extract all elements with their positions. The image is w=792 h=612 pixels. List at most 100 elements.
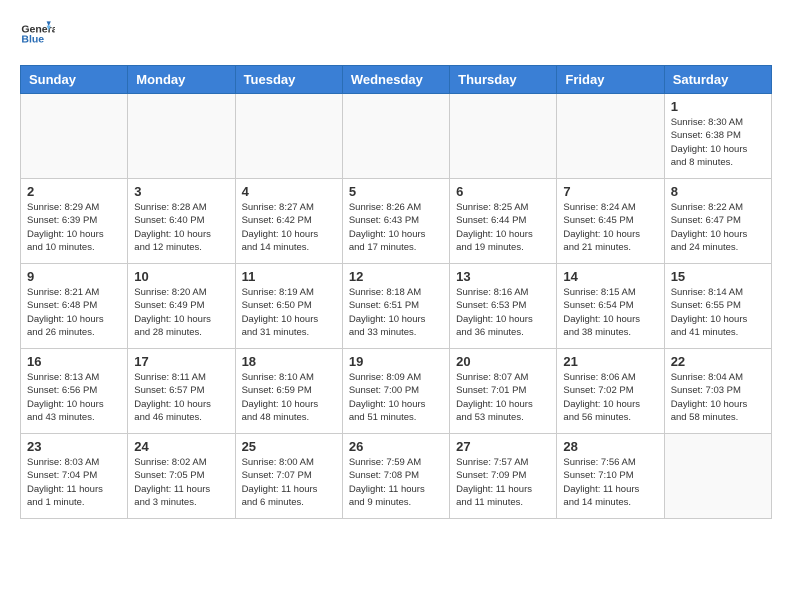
day-number: 11 xyxy=(242,269,336,284)
calendar-cell: 3 Sunrise: 8:28 AM Sunset: 6:40 PM Daylig… xyxy=(128,179,235,264)
day-info: Sunrise: 8:30 AM Sunset: 6:38 PM Dayligh… xyxy=(671,116,765,169)
day-header-wednesday: Wednesday xyxy=(342,66,449,94)
day-number: 7 xyxy=(563,184,657,199)
day-info: Sunrise: 8:13 AM Sunset: 6:56 PM Dayligh… xyxy=(27,371,121,424)
calendar-cell: 22 Sunrise: 8:04 AM Sunset: 7:03 PM Dayli… xyxy=(664,349,771,434)
day-info: Sunrise: 8:15 AM Sunset: 6:54 PM Dayligh… xyxy=(563,286,657,339)
day-number: 10 xyxy=(134,269,228,284)
day-header-sunday: Sunday xyxy=(21,66,128,94)
calendar-cell: 27Sunrise: 7:57 AM Sunset: 7:09 PM Dayli… xyxy=(450,434,557,519)
day-header-tuesday: Tuesday xyxy=(235,66,342,94)
calendar-cell: 6 Sunrise: 8:25 AM Sunset: 6:44 PM Daylig… xyxy=(450,179,557,264)
day-number: 16 xyxy=(27,354,121,369)
calendar-cell: 17 Sunrise: 8:11 AM Sunset: 6:57 PM Dayli… xyxy=(128,349,235,434)
logo-icon: GeneralBlue xyxy=(20,20,55,55)
day-info: Sunrise: 8:27 AM Sunset: 6:42 PM Dayligh… xyxy=(242,201,336,254)
calendar-cell: 18 Sunrise: 8:10 AM Sunset: 6:59 PM Dayli… xyxy=(235,349,342,434)
calendar-cell xyxy=(557,94,664,179)
calendar-cell: 12Sunrise: 8:18 AM Sunset: 6:51 PM Dayli… xyxy=(342,264,449,349)
day-info: Sunrise: 8:00 AM Sunset: 7:07 PM Dayligh… xyxy=(242,456,336,509)
calendar-cell: 10 Sunrise: 8:20 AM Sunset: 6:49 PM Dayli… xyxy=(128,264,235,349)
day-number: 26 xyxy=(349,439,443,454)
calendar-cell: 11 Sunrise: 8:19 AM Sunset: 6:50 PM Dayli… xyxy=(235,264,342,349)
calendar-cell: 2Sunrise: 8:29 AM Sunset: 6:39 PM Daylig… xyxy=(21,179,128,264)
calendar-cell xyxy=(450,94,557,179)
calendar-cell: 24 Sunrise: 8:02 AM Sunset: 7:05 PM Dayli… xyxy=(128,434,235,519)
week-row-5: 23Sunrise: 8:03 AM Sunset: 7:04 PM Dayli… xyxy=(21,434,772,519)
calendar-cell: 28 Sunrise: 7:56 AM Sunset: 7:10 PM Dayli… xyxy=(557,434,664,519)
day-info: Sunrise: 8:16 AM Sunset: 6:53 PM Dayligh… xyxy=(456,286,550,339)
day-number: 6 xyxy=(456,184,550,199)
calendar-cell: 23Sunrise: 8:03 AM Sunset: 7:04 PM Dayli… xyxy=(21,434,128,519)
day-number: 19 xyxy=(349,354,443,369)
day-number: 13 xyxy=(456,269,550,284)
day-number: 17 xyxy=(134,354,228,369)
day-info: Sunrise: 8:19 AM Sunset: 6:50 PM Dayligh… xyxy=(242,286,336,339)
day-info: Sunrise: 8:25 AM Sunset: 6:44 PM Dayligh… xyxy=(456,201,550,254)
day-info: Sunrise: 8:20 AM Sunset: 6:49 PM Dayligh… xyxy=(134,286,228,339)
calendar-cell xyxy=(664,434,771,519)
calendar-cell: 25 Sunrise: 8:00 AM Sunset: 7:07 PM Dayli… xyxy=(235,434,342,519)
calendar-cell: 1 Sunrise: 8:30 AM Sunset: 6:38 PM Daylig… xyxy=(664,94,771,179)
day-info: Sunrise: 8:18 AM Sunset: 6:51 PM Dayligh… xyxy=(349,286,443,339)
day-info: Sunrise: 8:21 AM Sunset: 6:48 PM Dayligh… xyxy=(27,286,121,339)
calendar-header-row: SundayMondayTuesdayWednesdayThursdayFrid… xyxy=(21,66,772,94)
page-header: GeneralBlue xyxy=(20,20,772,55)
day-number: 15 xyxy=(671,269,765,284)
calendar-cell: 4 Sunrise: 8:27 AM Sunset: 6:42 PM Daylig… xyxy=(235,179,342,264)
day-info: Sunrise: 8:09 AM Sunset: 7:00 PM Dayligh… xyxy=(349,371,443,424)
day-info: Sunrise: 8:24 AM Sunset: 6:45 PM Dayligh… xyxy=(563,201,657,254)
week-row-2: 2Sunrise: 8:29 AM Sunset: 6:39 PM Daylig… xyxy=(21,179,772,264)
day-info: Sunrise: 8:10 AM Sunset: 6:59 PM Dayligh… xyxy=(242,371,336,424)
day-info: Sunrise: 8:07 AM Sunset: 7:01 PM Dayligh… xyxy=(456,371,550,424)
day-info: Sunrise: 8:14 AM Sunset: 6:55 PM Dayligh… xyxy=(671,286,765,339)
day-info: Sunrise: 8:28 AM Sunset: 6:40 PM Dayligh… xyxy=(134,201,228,254)
day-number: 1 xyxy=(671,99,765,114)
calendar-cell: 20 Sunrise: 8:07 AM Sunset: 7:01 PM Dayli… xyxy=(450,349,557,434)
logo: GeneralBlue xyxy=(20,20,55,55)
day-info: Sunrise: 8:11 AM Sunset: 6:57 PM Dayligh… xyxy=(134,371,228,424)
calendar-cell xyxy=(128,94,235,179)
day-number: 8 xyxy=(671,184,765,199)
day-info: Sunrise: 8:29 AM Sunset: 6:39 PM Dayligh… xyxy=(27,201,121,254)
calendar-table: SundayMondayTuesdayWednesdayThursdayFrid… xyxy=(20,65,772,519)
calendar-cell: 15 Sunrise: 8:14 AM Sunset: 6:55 PM Dayli… xyxy=(664,264,771,349)
day-header-monday: Monday xyxy=(128,66,235,94)
svg-text:Blue: Blue xyxy=(21,33,44,45)
day-number: 22 xyxy=(671,354,765,369)
calendar-cell xyxy=(235,94,342,179)
calendar-cell: 9Sunrise: 8:21 AM Sunset: 6:48 PM Daylig… xyxy=(21,264,128,349)
day-info: Sunrise: 7:56 AM Sunset: 7:10 PM Dayligh… xyxy=(563,456,657,509)
day-info: Sunrise: 8:04 AM Sunset: 7:03 PM Dayligh… xyxy=(671,371,765,424)
calendar-cell: 19 Sunrise: 8:09 AM Sunset: 7:00 PM Dayli… xyxy=(342,349,449,434)
week-row-1: 1 Sunrise: 8:30 AM Sunset: 6:38 PM Daylig… xyxy=(21,94,772,179)
week-row-4: 16 Sunrise: 8:13 AM Sunset: 6:56 PM Dayli… xyxy=(21,349,772,434)
day-header-thursday: Thursday xyxy=(450,66,557,94)
day-number: 21 xyxy=(563,354,657,369)
calendar-cell: 8 Sunrise: 8:22 AM Sunset: 6:47 PM Daylig… xyxy=(664,179,771,264)
day-number: 20 xyxy=(456,354,550,369)
day-info: Sunrise: 8:26 AM Sunset: 6:43 PM Dayligh… xyxy=(349,201,443,254)
day-number: 28 xyxy=(563,439,657,454)
day-header-saturday: Saturday xyxy=(664,66,771,94)
day-number: 4 xyxy=(242,184,336,199)
calendar-cell: 16 Sunrise: 8:13 AM Sunset: 6:56 PM Dayli… xyxy=(21,349,128,434)
calendar-cell: 5Sunrise: 8:26 AM Sunset: 6:43 PM Daylig… xyxy=(342,179,449,264)
day-info: Sunrise: 8:06 AM Sunset: 7:02 PM Dayligh… xyxy=(563,371,657,424)
day-header-friday: Friday xyxy=(557,66,664,94)
day-number: 24 xyxy=(134,439,228,454)
calendar-cell: 26 Sunrise: 7:59 AM Sunset: 7:08 PM Dayli… xyxy=(342,434,449,519)
day-info: Sunrise: 8:02 AM Sunset: 7:05 PM Dayligh… xyxy=(134,456,228,509)
day-info: Sunrise: 8:22 AM Sunset: 6:47 PM Dayligh… xyxy=(671,201,765,254)
calendar-cell xyxy=(342,94,449,179)
day-number: 27 xyxy=(456,439,550,454)
calendar-cell: 21 Sunrise: 8:06 AM Sunset: 7:02 PM Dayli… xyxy=(557,349,664,434)
day-info: Sunrise: 7:59 AM Sunset: 7:08 PM Dayligh… xyxy=(349,456,443,509)
day-number: 25 xyxy=(242,439,336,454)
day-number: 18 xyxy=(242,354,336,369)
calendar-cell: 14Sunrise: 8:15 AM Sunset: 6:54 PM Dayli… xyxy=(557,264,664,349)
calendar-cell xyxy=(21,94,128,179)
calendar-cell: 7 Sunrise: 8:24 AM Sunset: 6:45 PM Daylig… xyxy=(557,179,664,264)
week-row-3: 9Sunrise: 8:21 AM Sunset: 6:48 PM Daylig… xyxy=(21,264,772,349)
day-number: 3 xyxy=(134,184,228,199)
